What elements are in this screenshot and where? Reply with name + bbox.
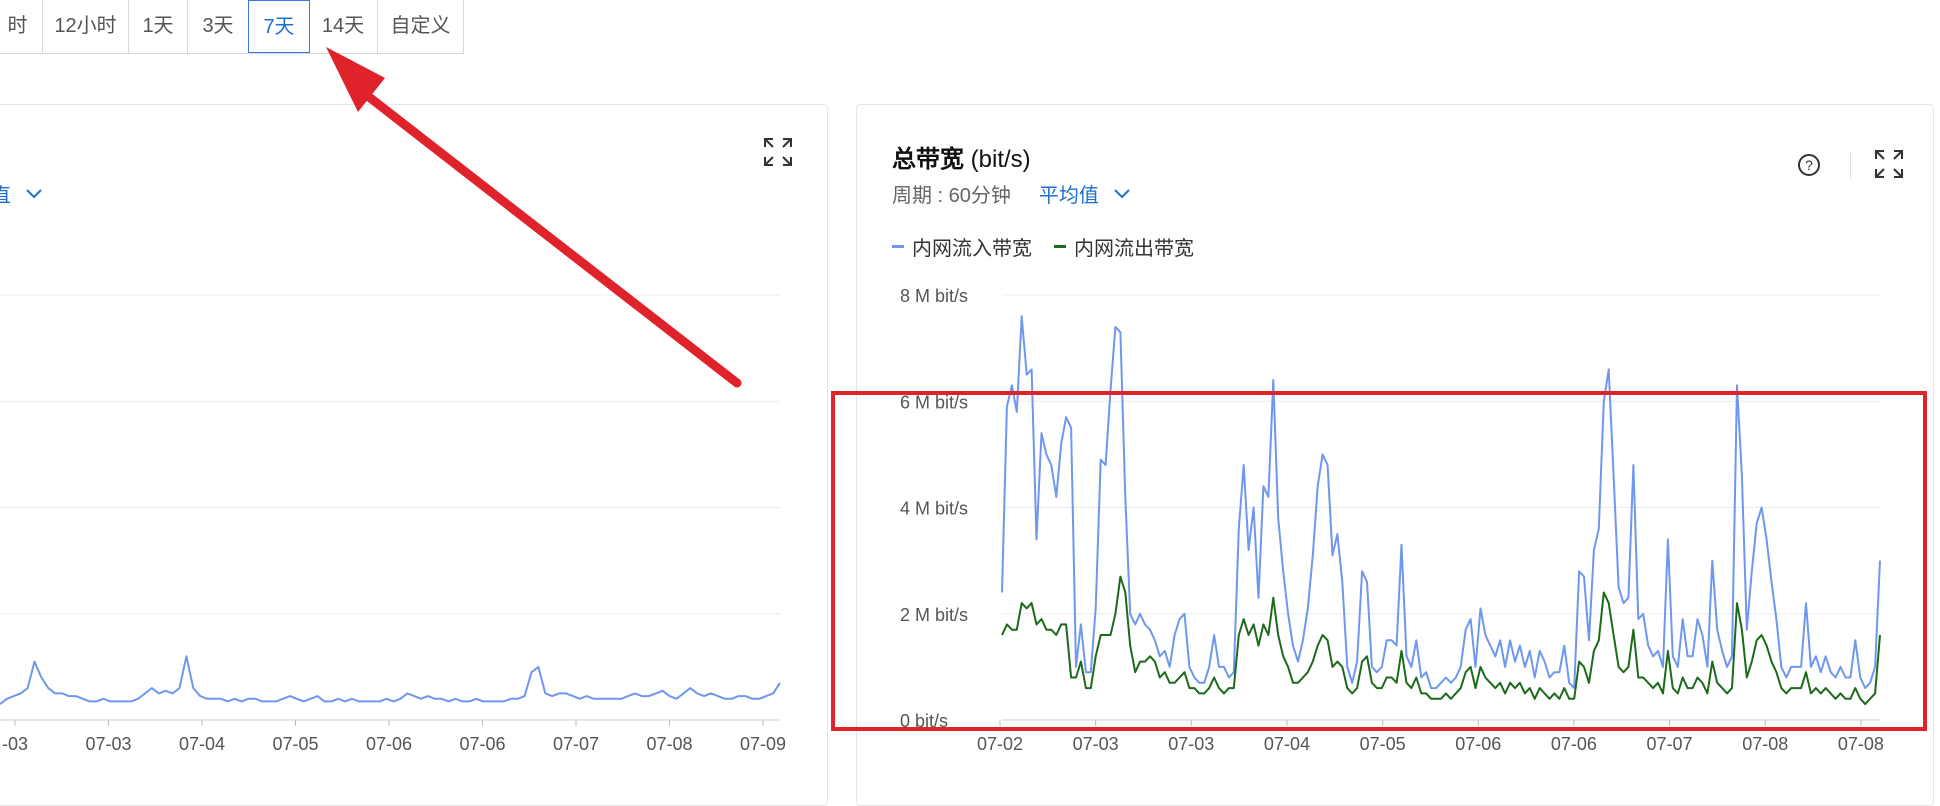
y-tick-label: 0 bit/s — [900, 711, 948, 731]
x-tick-label: 07-03 — [1168, 734, 1214, 752]
range-14d-button[interactable]: 14天 — [309, 0, 378, 53]
x-tick-label: 07-08 — [1838, 734, 1884, 752]
y-tick-label: 8 M bit/s — [900, 286, 968, 306]
legend-label-inbound: 内网流入带宽 — [912, 238, 1032, 260]
aggregation-dropdown[interactable]: 平均值 — [1039, 179, 1131, 208]
range-hours-partial-button[interactable]: 时 — [0, 0, 43, 53]
x-tick-label: -03 — [2, 734, 28, 752]
chart-legend: 内网流入带宽 内网流出带宽 — [892, 232, 1194, 261]
chart-title: 总带宽 (bit/s) — [892, 139, 1031, 174]
range-custom-button[interactable]: 自定义 — [378, 0, 463, 53]
series-line-inbound — [1001, 315, 1881, 690]
legend-label-outbound: 内网流出带宽 — [1074, 238, 1194, 260]
x-tick-label: 07-04 — [179, 734, 225, 752]
x-tick-label: 07-08 — [1742, 734, 1788, 752]
left-aggregation-dropdown[interactable]: 直 — [0, 179, 43, 208]
x-tick-label: 07-03 — [85, 734, 131, 752]
series-line — [0, 655, 781, 705]
fullscreen-icon[interactable] — [1874, 149, 1904, 179]
x-tick-label: 07-06 — [1455, 734, 1501, 752]
chart-title-unit: (bit/s) — [970, 146, 1031, 173]
y-tick-label: 4 M bit/s — [900, 499, 968, 519]
chevron-down-icon — [1114, 188, 1130, 198]
range-1d-button[interactable]: 1天 — [129, 0, 188, 53]
left-aggregation-label: 直 — [0, 185, 11, 207]
range-12h-button[interactable]: 12小时 — [43, 0, 129, 53]
chart-subheader: 周期 : 60分钟 平均值 — [892, 179, 1131, 208]
chart-title-text: 总带宽 — [892, 146, 964, 173]
period-label: 周期 : 60分钟 — [892, 185, 1011, 207]
annotation-arrow-head — [326, 47, 385, 112]
x-tick-label: 07-06 — [1551, 734, 1597, 752]
y-tick-label: 6 M bit/s — [900, 392, 968, 412]
x-tick-label: 07-05 — [272, 734, 318, 752]
legend-swatch-inbound — [892, 245, 904, 248]
x-tick-label: 07-07 — [553, 734, 599, 752]
chevron-down-icon — [26, 188, 42, 198]
series-line-outbound — [1001, 575, 1881, 706]
x-tick-label: 07-04 — [1264, 734, 1310, 752]
fullscreen-icon[interactable] — [763, 137, 793, 167]
time-range-selector: 时 12小时 1天 3天 7天 14天 自定义 — [0, 0, 464, 54]
total-bandwidth-chart: 8 M bit/s 6 M bit/s 4 M bit/s 2 M bit/s 0 bi… — [900, 286, 1884, 752]
aggregation-label: 平均值 — [1038, 185, 1099, 207]
x-tick-label: 07-07 — [1647, 734, 1693, 752]
legend-swatch-outbound — [1054, 245, 1066, 248]
x-tick-label: 07-09 — [740, 734, 786, 752]
left-chart-plot: -03 07-03 07-04 07-05 07-06 07-06 07-07 07-08 07… — [0, 294, 786, 752]
x-tick-label: 07-06 — [459, 734, 505, 752]
legend-item-inbound[interactable]: 内网流入带宽 — [892, 232, 1032, 261]
x-tick-label: 07-08 — [646, 734, 692, 752]
legend-item-outbound[interactable]: 内网流出带宽 — [1054, 232, 1194, 261]
toolbar-divider — [1850, 151, 1851, 179]
x-tick-label: 07-06 — [366, 734, 412, 752]
range-7d-button[interactable]: 7天 — [248, 0, 310, 53]
x-tick-label: 07-02 — [977, 734, 1023, 752]
x-tick-label: 07-03 — [1073, 734, 1119, 752]
x-tick-label: 07-05 — [1360, 734, 1406, 752]
svg-text:?: ? — [1805, 157, 1813, 173]
y-tick-label: 2 M bit/s — [900, 605, 968, 625]
range-3d-button[interactable]: 3天 — [188, 0, 249, 53]
help-icon[interactable]: ? — [1797, 153, 1821, 177]
